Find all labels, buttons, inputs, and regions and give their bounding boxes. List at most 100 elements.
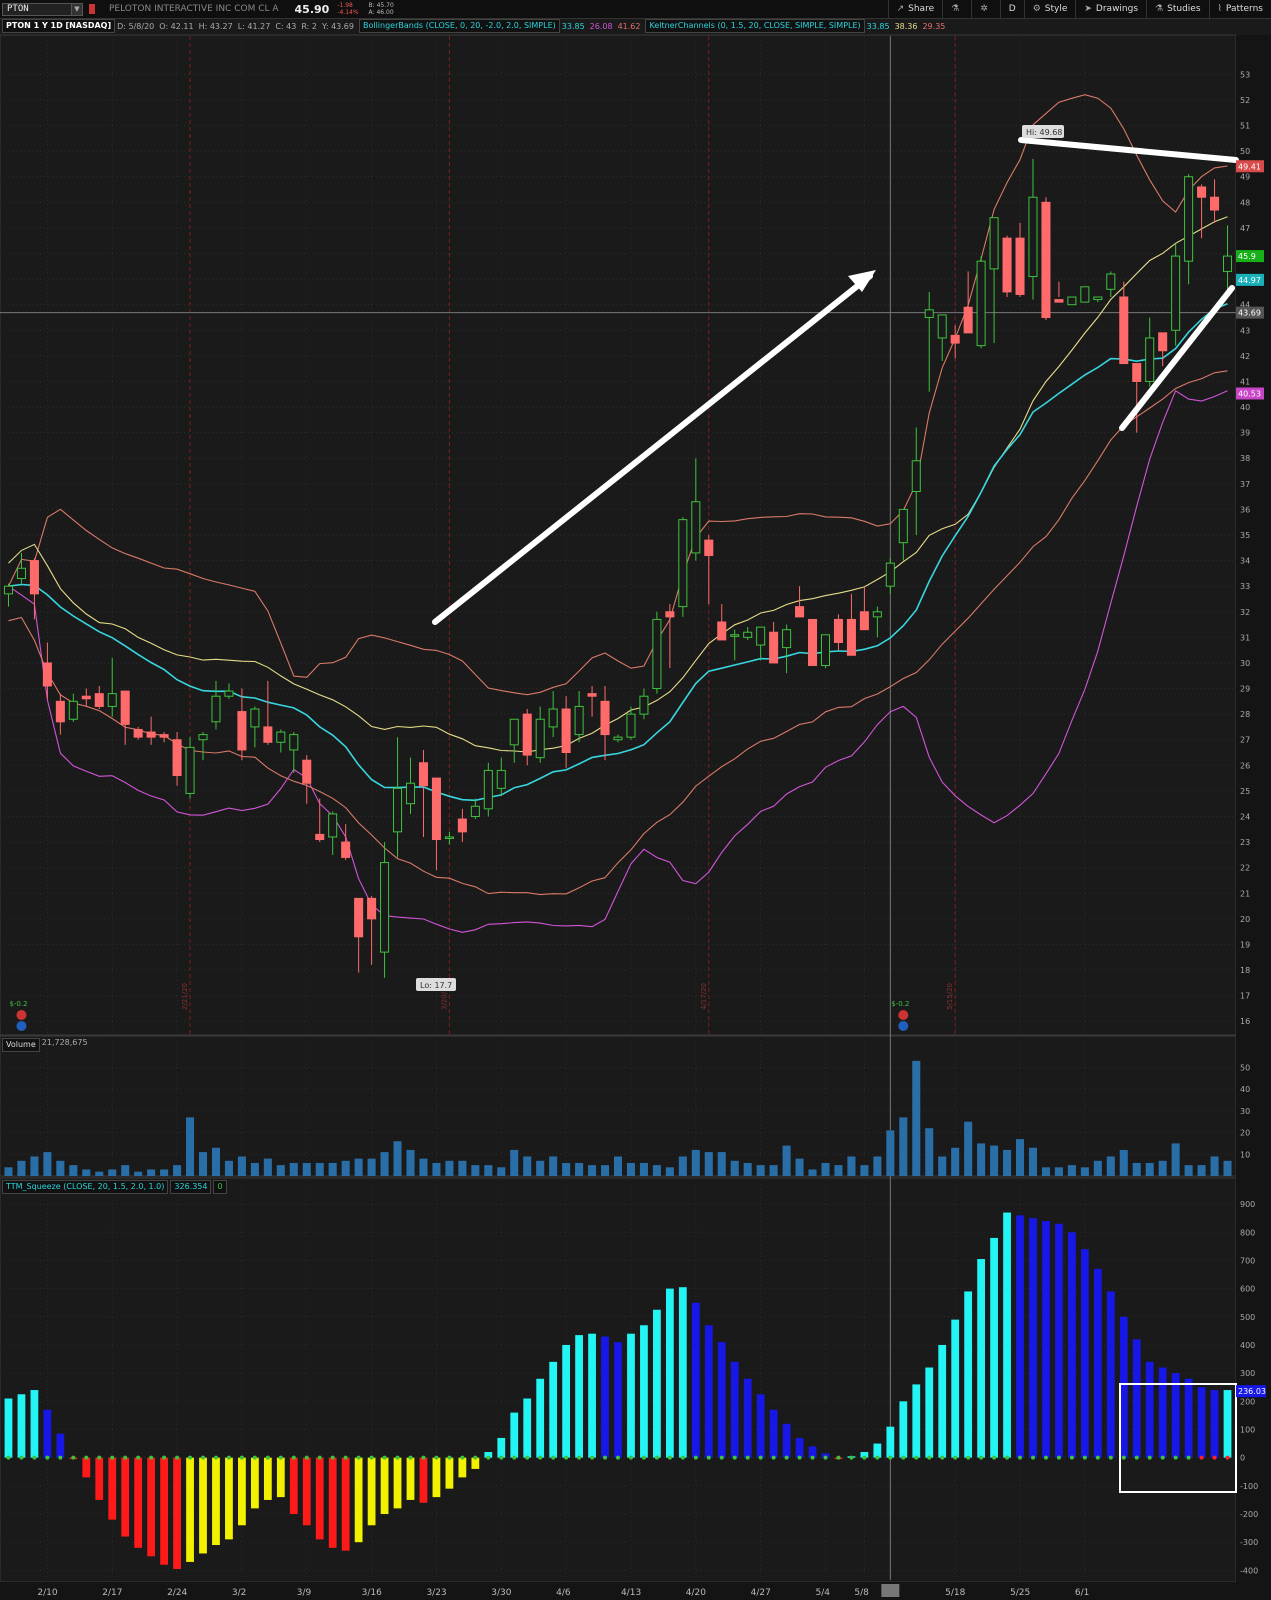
candle-body [509, 718, 519, 746]
candle-body [730, 634, 740, 637]
candle-body [1080, 286, 1090, 303]
price-tick-label: 36 [1240, 505, 1250, 514]
date-tick-label: 2/24 [167, 1588, 187, 1598]
volume-label[interactable]: Volume [2, 1038, 40, 1052]
price-tick-label: 17 [1240, 992, 1250, 1001]
squeeze-value: 326.354 [170, 1180, 212, 1194]
volume-bar [30, 1156, 39, 1176]
squeeze-bar [1068, 1232, 1076, 1458]
candle-body [587, 693, 597, 697]
squeeze-dot [1225, 1455, 1230, 1460]
dividend-label: $-0.2 [891, 1000, 909, 1008]
squeeze-tick-label: 200 [1240, 1397, 1255, 1406]
squeeze-bar [82, 1457, 91, 1478]
squeeze-bar [43, 1409, 52, 1458]
volume-bar [173, 1165, 182, 1176]
squeeze-bar [328, 1457, 337, 1548]
candle-body [328, 813, 338, 838]
squeeze-tick-label: 800 [1240, 1228, 1255, 1237]
candle-body [29, 560, 39, 595]
candle-body [600, 700, 610, 736]
earnings-label: 5/15/20 [946, 983, 954, 1010]
volume-bar [147, 1169, 156, 1176]
squeeze-dot [45, 1455, 50, 1460]
price-tick-label: 27 [1240, 736, 1250, 745]
squeeze-tick-label: 400 [1240, 1341, 1255, 1350]
volume-bar [795, 1158, 804, 1176]
candle-body [146, 731, 156, 738]
volume-bar [1067, 1165, 1076, 1176]
volume-tick-label: 40 [1240, 1085, 1250, 1094]
squeeze-dot [1173, 1455, 1178, 1460]
date-tick-label: 4/6 [556, 1588, 571, 1598]
squeeze-dot [706, 1455, 711, 1460]
squeeze-bar [1210, 1390, 1219, 1458]
squeeze-dot [862, 1455, 867, 1460]
squeeze-bar [665, 1288, 674, 1458]
squeeze-dot [447, 1455, 452, 1460]
squeeze-bar [717, 1342, 726, 1458]
squeeze-dot [110, 1455, 115, 1460]
volume-bar [1158, 1160, 1167, 1176]
candle-body [405, 782, 416, 805]
squeeze-label[interactable]: TTM_Squeeze (CLOSE, 20, 1.5, 2.0, 1.0) [2, 1180, 169, 1194]
price-tick-label: 28 [1240, 710, 1250, 719]
squeeze-bar [4, 1398, 13, 1458]
squeeze-bar [30, 1390, 39, 1458]
squeeze-dot [641, 1455, 646, 1460]
candle-body [652, 618, 662, 690]
squeeze-dot [888, 1455, 893, 1460]
volume-bar [1145, 1162, 1154, 1176]
squeeze-dot [538, 1455, 543, 1460]
squeeze-bar [173, 1457, 181, 1569]
candle-body [989, 217, 999, 270]
squeeze-bar [977, 1259, 986, 1458]
price-tick-label: 24 [1240, 812, 1250, 821]
squeeze-bar [510, 1412, 519, 1458]
candle-body [107, 693, 117, 707]
squeeze-bar [1132, 1339, 1141, 1458]
squeeze-bar [925, 1367, 934, 1458]
candle-body [639, 695, 649, 715]
candle-body [3, 585, 14, 595]
volume-tick-label: 50 [1240, 1063, 1250, 1072]
squeeze-dot [149, 1455, 154, 1460]
volume-bar [419, 1158, 428, 1176]
squeeze-bar [497, 1437, 506, 1458]
candle-body [535, 718, 545, 759]
squeeze-dot [136, 1455, 141, 1460]
squeeze-dot [901, 1455, 906, 1460]
squeeze-bar [108, 1457, 117, 1520]
candle-body [561, 708, 571, 754]
squeeze-dot [317, 1455, 322, 1460]
price-chart[interactable]: 16 17 18 19 20 21 22 23 24 25 26 27 28 29 30 31 32 33 34 35… [0, 0, 1271, 1600]
squeeze-bar [536, 1378, 545, 1458]
date-tick-label: 4/20 [686, 1588, 706, 1598]
squeeze-dot [1043, 1455, 1048, 1460]
volume-bar [1080, 1167, 1089, 1176]
volume-bar [1003, 1149, 1012, 1176]
squeeze-tick-label: -100 [1240, 1482, 1258, 1491]
volume-bar [873, 1156, 882, 1176]
squeeze-dot [1056, 1455, 1061, 1460]
volume-bar [912, 1060, 921, 1176]
squeeze-dot [603, 1455, 608, 1460]
squeeze-dot [97, 1455, 102, 1460]
volume-bar [458, 1160, 467, 1176]
squeeze-bar [899, 1401, 908, 1458]
squeeze-dot [525, 1455, 530, 1460]
candle-body [976, 260, 986, 347]
candle-body [1158, 332, 1168, 352]
squeeze-dot [1030, 1455, 1035, 1460]
date-tick-label: 5/18 [945, 1588, 965, 1598]
squeeze-tick-label: 600 [1240, 1285, 1255, 1294]
squeeze-bar [1055, 1223, 1063, 1458]
candle-body [937, 314, 947, 339]
volume-bar [354, 1158, 363, 1176]
squeeze-bar [419, 1457, 428, 1503]
volume-bar [704, 1152, 713, 1176]
candle-body [470, 805, 480, 817]
squeeze-bar [56, 1433, 65, 1458]
volume-bar [964, 1121, 973, 1176]
squeeze-tick-label: -400 [1240, 1566, 1258, 1575]
